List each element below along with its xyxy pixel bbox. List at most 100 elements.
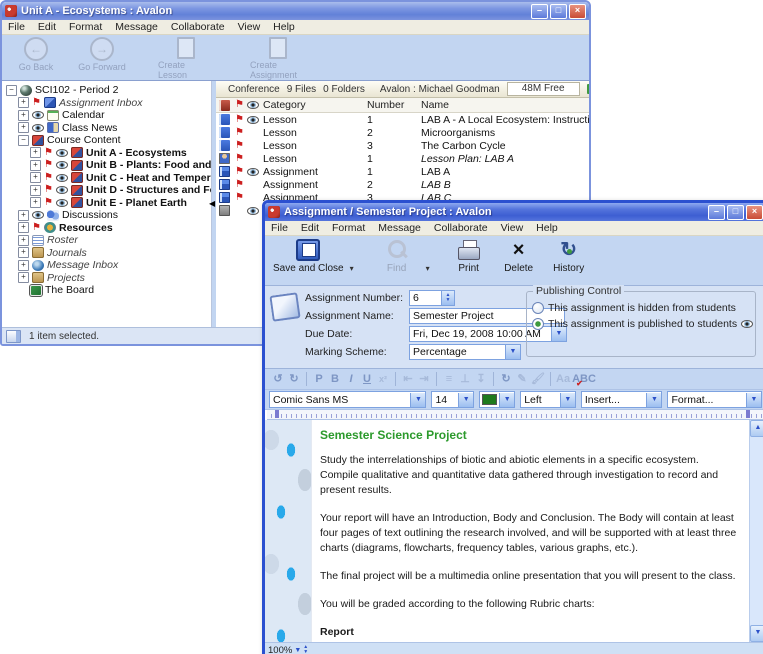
italic-button[interactable]: I [344,372,358,387]
tree-expand-box[interactable]: + [30,147,41,158]
tree-expand-box[interactable]: + [18,97,29,108]
tree-expand-box[interactable]: + [18,247,29,258]
tree-expand-box[interactable]: + [30,197,41,208]
radio-hidden-option[interactable]: This assignment is hidden from students [532,300,750,315]
list-item-the-carbon-cycle[interactable]: ⚑Lesson3The Carbon Cycle [216,139,589,152]
menu-message[interactable]: Message [115,21,158,33]
outdent-icon[interactable]: ⇤ [401,372,415,387]
menu-view[interactable]: View [238,21,261,33]
find-dropdown-icon[interactable]: ▾ [426,264,430,273]
tree-item-unit-d-structures-and-forces[interactable]: +⚑Unit D - Structures and Forces [2,184,211,197]
column-number[interactable]: Number [367,99,421,111]
spellcheck-icon[interactable]: ABC [572,372,596,387]
tree-item-unit-a-ecosystems[interactable]: +⚑Unit A - Ecosystems [2,147,211,160]
radio-checked-icon[interactable] [532,318,544,330]
go-forward-button[interactable]: → Go Forward [74,37,130,72]
tree-expand-box[interactable]: + [18,122,29,133]
zoom-dropdown-icon[interactable]: ▼ [294,647,301,654]
info-icon[interactable]: i [587,84,591,94]
tree-expand-box[interactable]: + [18,110,29,121]
scroll-up-icon[interactable]: ▲ [750,420,763,437]
tree-expand-box[interactable]: + [18,235,29,246]
tree-expand-box[interactable]: − [18,135,29,146]
close-button[interactable]: × [746,205,763,220]
tree-expand-box[interactable]: + [18,260,29,271]
menu-collaborate[interactable]: Collaborate [434,222,488,234]
minimize-button[interactable]: – [708,205,725,220]
tree-item-unit-e-planet-earth[interactable]: +⚑Unit E - Planet Earth [2,197,211,210]
format-dropdown-icon[interactable]: ▼ [746,393,761,407]
tree-item-calendar[interactable]: +Calendar [2,109,211,122]
plain-style-button[interactable]: P [312,372,326,387]
ruler[interactable] [267,410,763,420]
paintbrush-icon[interactable]: 🖌 [531,372,545,387]
maximize-button[interactable]: □ [727,205,744,220]
maximize-button[interactable]: □ [550,4,567,19]
marking-scheme-combo[interactable]: Percentage ▼ [409,344,521,360]
rotate-icon[interactable]: ↻ [499,372,513,387]
menu-file[interactable]: File [8,21,25,33]
splitter-collapse-icon[interactable]: ◀ [209,199,215,208]
menu-collaborate[interactable]: Collaborate [171,21,225,33]
list-item-microorganisms[interactable]: ⚑Lesson2Microorganisms [216,126,589,139]
create-assignment-button[interactable]: Create Assignment [250,37,306,80]
font-family-combo[interactable]: Comic Sans MS ▼ [269,391,426,408]
alignment-combo[interactable]: Left ▼ [520,391,576,408]
format-combo[interactable]: Format... ▼ [667,391,762,408]
tree-item-assignment-inbox[interactable]: +⚑Assignment Inbox [2,97,211,110]
menu-edit[interactable]: Edit [38,21,56,33]
tree-expand-box[interactable]: + [18,272,29,283]
tree-item-roster[interactable]: +Roster [2,234,211,247]
column-category[interactable]: Category [263,99,367,111]
minimize-button[interactable]: – [531,4,548,19]
tree-expand-box[interactable]: + [30,185,41,196]
history-button[interactable]: ↻ History [546,239,592,274]
tree-item-unit-c-heat-and-temperature[interactable]: +⚑Unit C - Heat and Temperature [2,172,211,185]
tree-expand-box[interactable]: + [18,222,29,233]
indent-icon[interactable]: ⇥ [417,372,431,387]
vertical-scrollbar[interactable]: ▲ ▼ [749,420,763,642]
tree-expand-box[interactable]: + [30,160,41,171]
menu-file[interactable]: File [271,222,288,234]
tree-item-projects[interactable]: +Projects [2,272,211,285]
bold-button[interactable]: B [328,372,342,387]
panel-splitter[interactable]: ◀ [212,81,216,327]
tree-expand-box[interactable]: − [6,85,17,96]
create-lesson-button[interactable]: Create Lesson [158,37,214,80]
menu-edit[interactable]: Edit [301,222,319,234]
size-dropdown-icon[interactable]: ▼ [458,393,473,407]
menu-format[interactable]: Format [69,21,102,33]
delete-button[interactable]: × Delete [496,239,542,274]
draw-pencil-icon[interactable]: ✎ [515,372,529,387]
go-back-button[interactable]: ← Go Back [8,37,64,72]
tree-expand-box[interactable]: + [30,172,41,183]
insert-dropdown-icon[interactable]: ▼ [646,393,661,407]
tree-item-discussions[interactable]: +Discussions [2,209,211,222]
zoom-spinner[interactable]: ▲▼ [303,645,308,654]
menu-help[interactable]: Help [536,222,558,234]
scroll-down-icon[interactable]: ▼ [750,625,763,642]
save-and-close-button[interactable]: Save and Close [273,239,344,274]
superscript-button[interactable]: x² [376,372,390,387]
document-body[interactable]: Semester Science Project Study the inter… [312,420,749,642]
item-type-column-icon[interactable] [219,100,230,111]
font-color-combo[interactable]: ▼ [479,391,515,408]
save-dropdown-icon[interactable]: ▾ [350,264,354,273]
tab-marker-icon[interactable]: ↧ [474,372,488,387]
find-button[interactable]: Find [374,239,420,274]
radio-unchecked-icon[interactable] [532,302,544,314]
list-item-lab-a[interactable]: ⚑Assignment1LAB A [216,165,589,178]
insert-combo[interactable]: Insert... ▼ [581,391,663,408]
font-dropdown-icon[interactable]: ▼ [410,393,425,407]
undo-icon[interactable]: ↺ [271,372,285,387]
color-dropdown-icon[interactable]: ▼ [499,393,514,407]
print-button[interactable]: Print [446,239,492,274]
tree-item-the-board[interactable]: The Board [2,284,211,297]
list-item-lab-a-a-local-ecosystem-instructions[interactable]: ⚑Lesson1LAB A - A Local Ecosystem: Instr… [216,113,589,126]
flag-column-icon[interactable]: ⚑ [235,100,244,110]
titlebar[interactable]: Assignment / Semester Project : Avalon –… [265,203,763,221]
font-size-combo[interactable]: 14 ▼ [431,391,474,408]
titlebar[interactable]: Unit A - Ecosystems : Avalon – □ × [2,2,589,20]
underline-button[interactable]: U [360,372,374,387]
tree-item-class-news[interactable]: +Class News [2,122,211,135]
